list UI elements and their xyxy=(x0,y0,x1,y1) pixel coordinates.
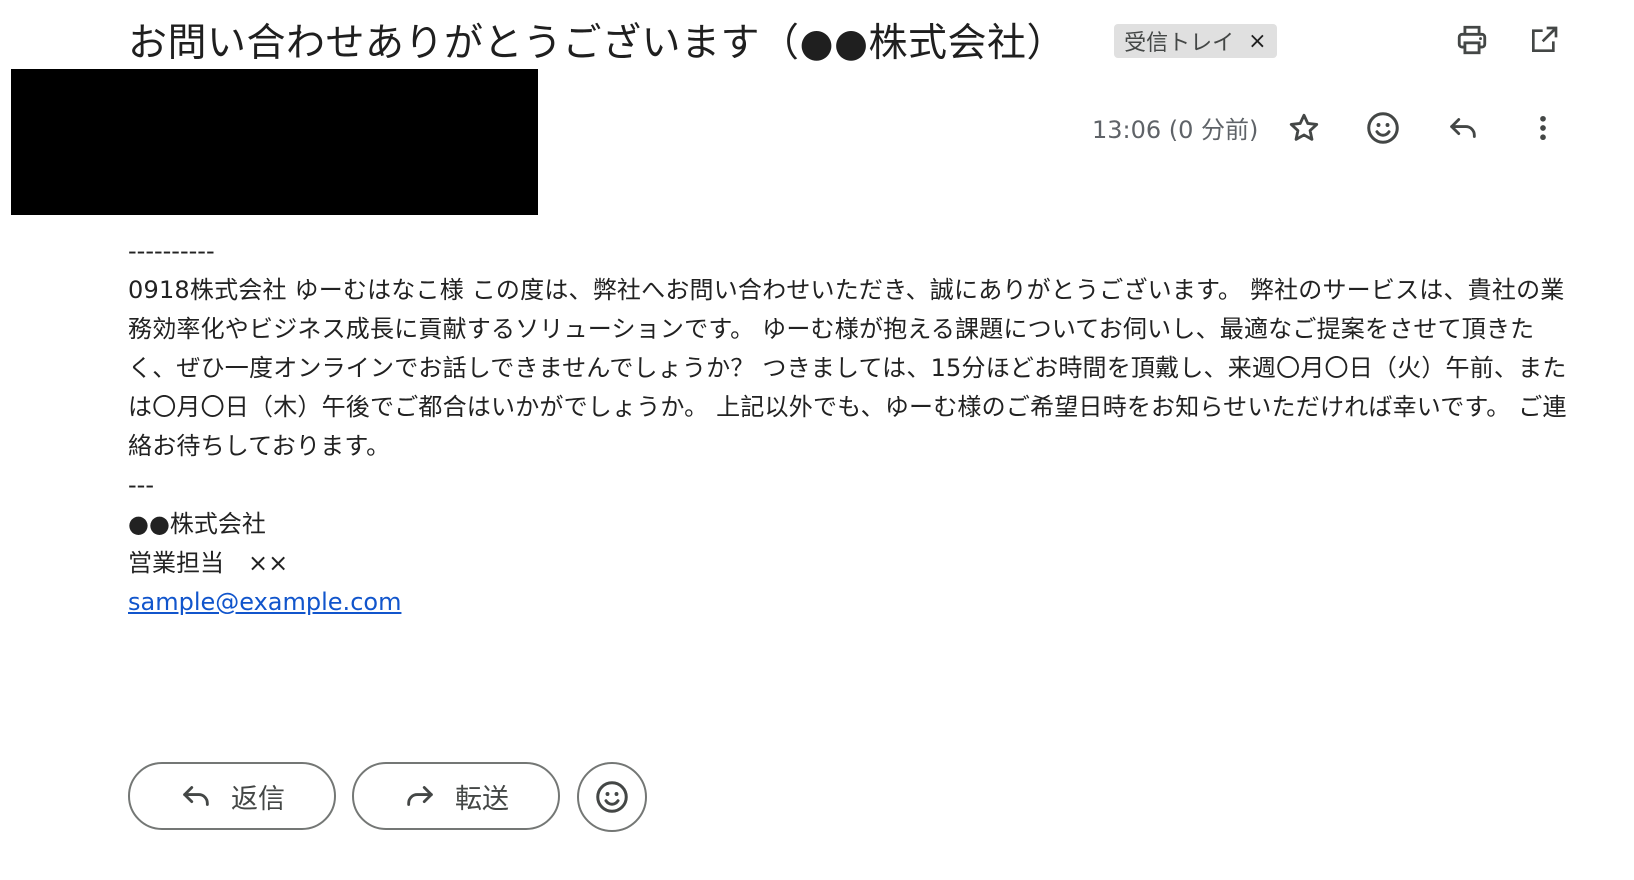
message-body: ---------- 0918株式会社 ゆーむはなこ様 この度は、弊社へお問い合… xyxy=(128,232,1568,622)
redacted-sender-info xyxy=(11,69,538,215)
reply-icon[interactable] xyxy=(1443,108,1483,148)
signature-email-link[interactable]: sample@example.com xyxy=(128,588,401,616)
email-subject: お問い合わせありがとうございます（●●株式会社） xyxy=(128,21,1067,66)
reply-button[interactable]: 返信 xyxy=(128,762,336,830)
star-icon[interactable] xyxy=(1284,108,1324,148)
emoji-reaction-button[interactable] xyxy=(577,762,647,832)
label-chip-text: 受信トレイ xyxy=(1124,31,1235,56)
forward-icon xyxy=(403,779,437,813)
signature-company: ●●株式会社 xyxy=(128,510,266,538)
subject-row: お問い合わせありがとうございます（●●株式会社） 受信トレイ × xyxy=(128,8,1277,72)
emoji-icon xyxy=(596,781,628,813)
remove-label-button[interactable]: × xyxy=(1248,29,1266,54)
more-vert-icon[interactable] xyxy=(1523,108,1563,148)
reply-icon xyxy=(179,779,213,813)
forward-button[interactable]: 転送 xyxy=(352,762,560,830)
emoji-icon[interactable] xyxy=(1363,108,1403,148)
forward-button-label: 転送 xyxy=(455,783,509,815)
print-icon[interactable] xyxy=(1452,20,1492,60)
separator-bottom: --- xyxy=(128,471,154,499)
reply-button-label: 返信 xyxy=(231,783,285,815)
label-chip-inbox[interactable]: 受信トレイ × xyxy=(1114,24,1277,58)
open-in-new-window-icon[interactable] xyxy=(1524,20,1564,60)
message-paragraph: 0918株式会社 ゆーむはなこ様 この度は、弊社へお問い合わせいただき、誠にあり… xyxy=(128,276,1567,460)
message-timestamp: 13:06 (0 分前) xyxy=(1092,116,1259,144)
signature-name: 営業担当 ×× xyxy=(128,549,289,577)
separator-top: ---------- xyxy=(128,237,215,265)
